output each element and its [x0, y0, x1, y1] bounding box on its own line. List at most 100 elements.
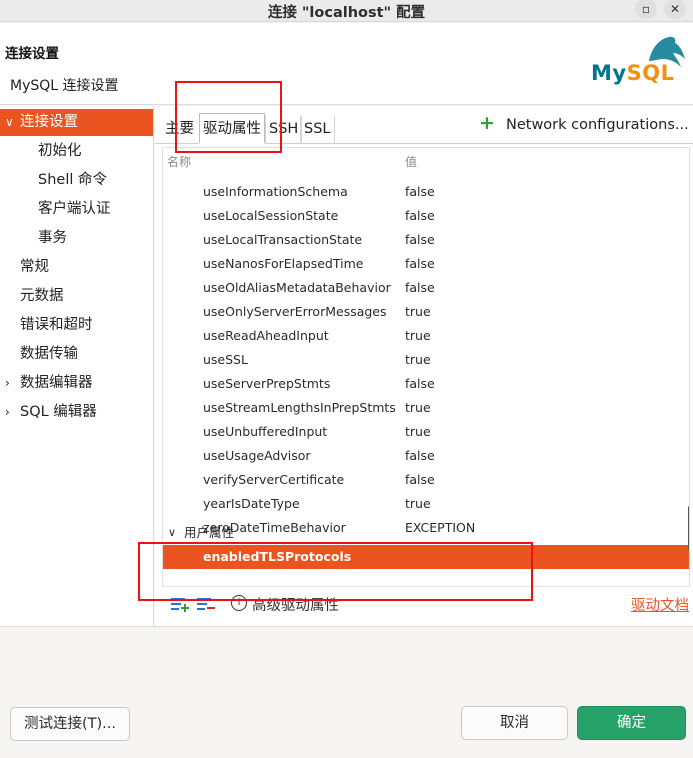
- property-value[interactable]: false: [405, 276, 435, 300]
- dialog-footer: 测试连接(T)... 取消 确定: [0, 626, 693, 758]
- sidebar-item-label: 元数据: [20, 288, 64, 304]
- table-row[interactable]: useUsageAdvisor false: [163, 444, 683, 468]
- tab-ssh[interactable]: SSH: [265, 116, 303, 144]
- sidebar-item-connection-settings[interactable]: ∨ 连接设置: [0, 109, 153, 136]
- table-row[interactable]: useNanosForElapsedTime false: [163, 252, 683, 276]
- table-row[interactable]: useOldAliasMetadataBehavior false: [163, 276, 683, 300]
- network-config-label: Network configurations...: [506, 117, 689, 133]
- property-value[interactable]: false: [405, 468, 435, 492]
- property-value[interactable]: true: [405, 420, 431, 444]
- property-name: useReadAheadInput: [203, 328, 329, 343]
- sidebar-item-client-auth[interactable]: 客户端认证: [0, 196, 153, 223]
- sidebar-item-label: 错误和超时: [20, 317, 93, 333]
- property-name: useOldAliasMetadataBehavior: [203, 280, 391, 295]
- property-name: useUsageAdvisor: [203, 448, 311, 463]
- remove-property-icon[interactable]: [197, 596, 215, 612]
- sidebar-item-label: SQL 编辑器: [20, 404, 97, 420]
- property-value[interactable]: true: [405, 300, 431, 324]
- property-value[interactable]: false: [405, 204, 435, 228]
- plus-icon: +: [479, 112, 495, 134]
- window-title: 连接 "localhost" 配置: [267, 5, 426, 21]
- sidebar-item-label: 常规: [20, 259, 49, 275]
- property-name: yearIsDateType: [203, 496, 300, 511]
- property-value[interactable]: false: [405, 228, 435, 252]
- tab-bar: 主要 驱动属性 SSH SSL + Network configurations…: [155, 106, 693, 144]
- sidebar-item-metadata[interactable]: 元数据: [0, 283, 153, 310]
- header-title: 连接设置: [5, 46, 59, 62]
- table-row[interactable]: yearIsDateType true: [163, 492, 683, 516]
- sidebar-item-sql-editor[interactable]: › SQL 编辑器: [0, 399, 153, 426]
- mysql-logo: MySQL: [589, 31, 689, 93]
- tab-main[interactable]: 主要: [162, 116, 197, 144]
- property-name: verifyServerCertificate: [203, 472, 345, 487]
- table-row[interactable]: verifyServerCertificate false: [163, 468, 683, 492]
- sidebar-item-label: 连接设置: [20, 114, 78, 130]
- sidebar-item-errors-timeouts[interactable]: 错误和超时: [0, 312, 153, 339]
- advanced-driver-properties-toggle[interactable]: 高级驱动属性: [252, 594, 339, 615]
- property-name: useUnbufferedInput: [203, 424, 328, 439]
- table-row[interactable]: useStreamLengthsInPrepStmts true: [163, 396, 683, 420]
- property-value[interactable]: false: [405, 444, 435, 468]
- sidebar-item-data-transfer[interactable]: 数据传输: [0, 341, 153, 368]
- table-row[interactable]: useUnbufferedInput true: [163, 420, 683, 444]
- cancel-button[interactable]: 取消: [461, 706, 568, 740]
- driver-docs-link[interactable]: 驱动文档: [631, 594, 689, 615]
- table-row[interactable]: useServerPrepStmts false: [163, 372, 683, 396]
- settings-sidebar: ∨ 连接设置 初始化 Shell 命令 客户端认证 事务 常规 元数据 错误和超…: [0, 106, 154, 626]
- table-row[interactable]: useLocalTransactionState false: [163, 228, 683, 252]
- sidebar-item-label: Shell 命令: [38, 172, 107, 188]
- properties-toolbar: i 高级驱动属性 驱动文档: [162, 592, 690, 618]
- content-panel: 主要 驱动属性 SSH SSL + Network configurations…: [155, 106, 693, 626]
- dialog-header: 连接设置 MySQL 连接设置 MySQL: [0, 23, 693, 105]
- sidebar-item-label: 数据编辑器: [20, 375, 93, 391]
- test-connection-button[interactable]: 测试连接(T)...: [10, 707, 130, 741]
- column-header-value[interactable]: 值: [405, 153, 417, 170]
- table-row[interactable]: useOnlyServerErrorMessages true: [163, 300, 683, 324]
- user-properties-group[interactable]: ∨ 用户属性: [163, 521, 683, 545]
- property-name: useLocalTransactionState: [203, 232, 363, 247]
- sidebar-item-init[interactable]: 初始化: [0, 138, 153, 165]
- sidebar-item-data-editor[interactable]: › 数据编辑器: [0, 370, 153, 397]
- table-row[interactable]: useReadAheadInput true: [163, 324, 683, 348]
- property-name: useStreamLengthsInPrepStmts: [203, 400, 396, 415]
- sidebar-item-label: 数据传输: [20, 346, 78, 362]
- property-name: enabledTLSProtocols: [203, 549, 352, 564]
- property-value[interactable]: false: [405, 180, 435, 204]
- ok-button[interactable]: 确定: [577, 706, 686, 740]
- chevron-right-icon: ›: [5, 376, 10, 390]
- table-row[interactable]: useInformationSchema false: [163, 180, 683, 204]
- table-row-selected[interactable]: enabledTLSProtocols: [163, 545, 689, 569]
- property-name: useSSL: [203, 352, 248, 367]
- chevron-down-icon: ∨: [5, 115, 14, 129]
- property-name: useNanosForElapsedTime: [203, 256, 364, 271]
- property-value[interactable]: true: [405, 324, 431, 348]
- property-value[interactable]: false: [405, 252, 435, 276]
- property-value[interactable]: true: [405, 492, 431, 516]
- property-value[interactable]: true: [405, 396, 431, 420]
- header-subtitle: MySQL 连接设置: [10, 78, 119, 94]
- property-name: useServerPrepStmts: [203, 376, 331, 391]
- minimize-button[interactable]: ▫: [635, 0, 657, 19]
- sidebar-item-label: 初始化: [38, 143, 82, 159]
- property-value[interactable]: false: [405, 372, 435, 396]
- chevron-right-icon: ›: [5, 405, 10, 419]
- sidebar-item-transactions[interactable]: 事务: [0, 225, 153, 252]
- sidebar-item-shell-commands[interactable]: Shell 命令: [0, 167, 153, 194]
- column-header-name[interactable]: 名称: [167, 153, 191, 170]
- chevron-down-icon[interactable]: ∨: [168, 521, 176, 545]
- sidebar-item-general[interactable]: 常规: [0, 254, 153, 281]
- property-name: useOnlyServerErrorMessages: [203, 304, 387, 319]
- property-value[interactable]: true: [405, 348, 431, 372]
- tab-ssl[interactable]: SSL: [300, 116, 335, 144]
- table-row[interactable]: useSSL true: [163, 348, 683, 372]
- property-name: useLocalSessionState: [203, 208, 339, 223]
- table-row[interactable]: useLocalSessionState false: [163, 204, 683, 228]
- sidebar-item-label: 事务: [38, 230, 67, 246]
- close-button[interactable]: ✕: [664, 0, 686, 19]
- table-scrollbar[interactable]: [688, 506, 689, 550]
- driver-properties-table[interactable]: 名称 值 useInformationSchema false useLocalS…: [162, 147, 690, 587]
- sidebar-item-label: 客户端认证: [38, 201, 111, 217]
- add-property-icon[interactable]: [171, 596, 189, 612]
- tab-driver-properties[interactable]: 驱动属性: [199, 113, 265, 144]
- group-label: 用户属性: [184, 525, 235, 540]
